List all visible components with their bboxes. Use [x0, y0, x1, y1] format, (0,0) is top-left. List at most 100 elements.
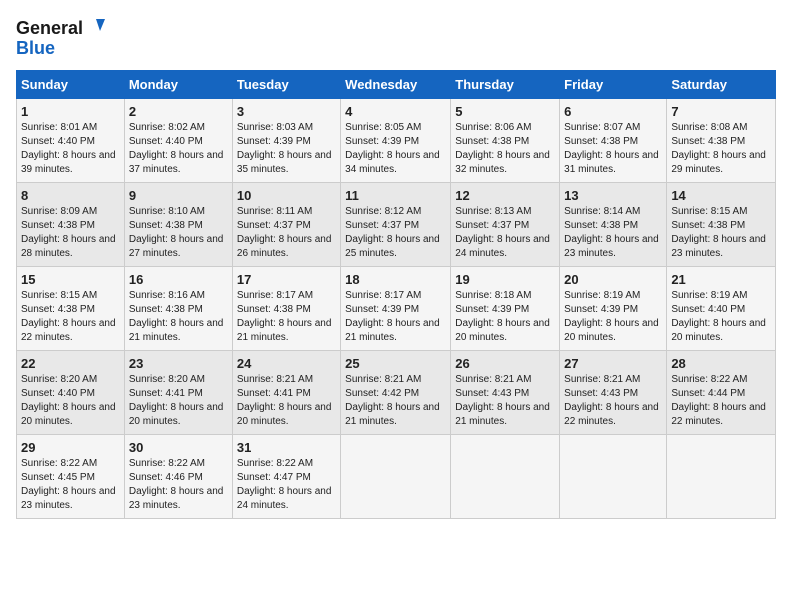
calendar-cell: 2 Sunrise: 8:02 AMSunset: 4:40 PMDayligh… — [124, 99, 232, 183]
calendar-cell: 22 Sunrise: 8:20 AMSunset: 4:40 PMDaylig… — [17, 351, 125, 435]
calendar-cell: 6 Sunrise: 8:07 AMSunset: 4:38 PMDayligh… — [560, 99, 667, 183]
day-number: 5 — [455, 104, 555, 119]
calendar-cell: 14 Sunrise: 8:15 AMSunset: 4:38 PMDaylig… — [667, 183, 776, 267]
calendar-cell: 17 Sunrise: 8:17 AMSunset: 4:38 PMDaylig… — [232, 267, 340, 351]
day-number: 13 — [564, 188, 662, 203]
cell-info: Sunrise: 8:19 AMSunset: 4:40 PMDaylight:… — [671, 290, 766, 343]
cell-info: Sunrise: 8:14 AMSunset: 4:38 PMDaylight:… — [564, 206, 659, 259]
cell-info: Sunrise: 8:22 AMSunset: 4:45 PMDaylight:… — [21, 458, 116, 511]
cell-info: Sunrise: 8:12 AMSunset: 4:37 PMDaylight:… — [345, 206, 440, 259]
calendar-cell: 3 Sunrise: 8:03 AMSunset: 4:39 PMDayligh… — [232, 99, 340, 183]
cell-info: Sunrise: 8:08 AMSunset: 4:38 PMDaylight:… — [671, 122, 766, 175]
calendar-cell: 24 Sunrise: 8:21 AMSunset: 4:41 PMDaylig… — [232, 351, 340, 435]
cell-info: Sunrise: 8:06 AMSunset: 4:38 PMDaylight:… — [455, 122, 550, 175]
day-number: 7 — [671, 104, 771, 119]
day-number: 15 — [21, 272, 120, 287]
logo: GeneralBlue — [16, 16, 111, 60]
calendar-cell: 16 Sunrise: 8:16 AMSunset: 4:38 PMDaylig… — [124, 267, 232, 351]
cell-info: Sunrise: 8:05 AMSunset: 4:39 PMDaylight:… — [345, 122, 440, 175]
calendar-cell: 7 Sunrise: 8:08 AMSunset: 4:38 PMDayligh… — [667, 99, 776, 183]
calendar-cell: 4 Sunrise: 8:05 AMSunset: 4:39 PMDayligh… — [341, 99, 451, 183]
day-number: 18 — [345, 272, 446, 287]
day-number: 22 — [21, 356, 120, 371]
col-header-friday: Friday — [560, 71, 667, 99]
cell-info: Sunrise: 8:11 AMSunset: 4:37 PMDaylight:… — [237, 206, 332, 259]
day-number: 16 — [129, 272, 228, 287]
calendar-cell: 28 Sunrise: 8:22 AMSunset: 4:44 PMDaylig… — [667, 351, 776, 435]
calendar-cell: 13 Sunrise: 8:14 AMSunset: 4:38 PMDaylig… — [560, 183, 667, 267]
calendar-cell: 1 Sunrise: 8:01 AMSunset: 4:40 PMDayligh… — [17, 99, 125, 183]
col-header-wednesday: Wednesday — [341, 71, 451, 99]
day-number: 26 — [455, 356, 555, 371]
cell-info: Sunrise: 8:17 AMSunset: 4:39 PMDaylight:… — [345, 290, 440, 343]
cell-info: Sunrise: 8:02 AMSunset: 4:40 PMDaylight:… — [129, 122, 224, 175]
cell-info: Sunrise: 8:22 AMSunset: 4:44 PMDaylight:… — [671, 374, 766, 427]
cell-info: Sunrise: 8:15 AMSunset: 4:38 PMDaylight:… — [671, 206, 766, 259]
calendar-cell: 8 Sunrise: 8:09 AMSunset: 4:38 PMDayligh… — [17, 183, 125, 267]
day-number: 14 — [671, 188, 771, 203]
day-number: 6 — [564, 104, 662, 119]
svg-text:General: General — [16, 18, 83, 38]
calendar-cell: 23 Sunrise: 8:20 AMSunset: 4:41 PMDaylig… — [124, 351, 232, 435]
header-row: SundayMondayTuesdayWednesdayThursdayFrid… — [17, 71, 776, 99]
week-row-2: 8 Sunrise: 8:09 AMSunset: 4:38 PMDayligh… — [17, 183, 776, 267]
week-row-5: 29 Sunrise: 8:22 AMSunset: 4:45 PMDaylig… — [17, 435, 776, 519]
week-row-4: 22 Sunrise: 8:20 AMSunset: 4:40 PMDaylig… — [17, 351, 776, 435]
day-number: 24 — [237, 356, 336, 371]
calendar-cell — [667, 435, 776, 519]
cell-info: Sunrise: 8:16 AMSunset: 4:38 PMDaylight:… — [129, 290, 224, 343]
day-number: 17 — [237, 272, 336, 287]
col-header-thursday: Thursday — [451, 71, 560, 99]
calendar-cell — [341, 435, 451, 519]
calendar-cell: 5 Sunrise: 8:06 AMSunset: 4:38 PMDayligh… — [451, 99, 560, 183]
logo-svg: GeneralBlue — [16, 16, 111, 60]
day-number: 29 — [21, 440, 120, 455]
calendar-cell: 27 Sunrise: 8:21 AMSunset: 4:43 PMDaylig… — [560, 351, 667, 435]
day-number: 3 — [237, 104, 336, 119]
col-header-monday: Monday — [124, 71, 232, 99]
calendar-cell: 11 Sunrise: 8:12 AMSunset: 4:37 PMDaylig… — [341, 183, 451, 267]
day-number: 27 — [564, 356, 662, 371]
cell-info: Sunrise: 8:21 AMSunset: 4:42 PMDaylight:… — [345, 374, 440, 427]
calendar-cell: 31 Sunrise: 8:22 AMSunset: 4:47 PMDaylig… — [232, 435, 340, 519]
calendar-cell — [451, 435, 560, 519]
calendar-table: SundayMondayTuesdayWednesdayThursdayFrid… — [16, 70, 776, 519]
col-header-tuesday: Tuesday — [232, 71, 340, 99]
cell-info: Sunrise: 8:10 AMSunset: 4:38 PMDaylight:… — [129, 206, 224, 259]
cell-info: Sunrise: 8:15 AMSunset: 4:38 PMDaylight:… — [21, 290, 116, 343]
calendar-cell: 12 Sunrise: 8:13 AMSunset: 4:37 PMDaylig… — [451, 183, 560, 267]
cell-info: Sunrise: 8:07 AMSunset: 4:38 PMDaylight:… — [564, 122, 659, 175]
cell-info: Sunrise: 8:22 AMSunset: 4:46 PMDaylight:… — [129, 458, 224, 511]
day-number: 2 — [129, 104, 228, 119]
week-row-3: 15 Sunrise: 8:15 AMSunset: 4:38 PMDaylig… — [17, 267, 776, 351]
cell-info: Sunrise: 8:21 AMSunset: 4:43 PMDaylight:… — [455, 374, 550, 427]
day-number: 1 — [21, 104, 120, 119]
calendar-cell: 9 Sunrise: 8:10 AMSunset: 4:38 PMDayligh… — [124, 183, 232, 267]
day-number: 21 — [671, 272, 771, 287]
day-number: 11 — [345, 188, 446, 203]
cell-info: Sunrise: 8:21 AMSunset: 4:41 PMDaylight:… — [237, 374, 332, 427]
calendar-cell: 10 Sunrise: 8:11 AMSunset: 4:37 PMDaylig… — [232, 183, 340, 267]
calendar-cell: 29 Sunrise: 8:22 AMSunset: 4:45 PMDaylig… — [17, 435, 125, 519]
calendar-cell: 25 Sunrise: 8:21 AMSunset: 4:42 PMDaylig… — [341, 351, 451, 435]
day-number: 20 — [564, 272, 662, 287]
calendar-cell: 26 Sunrise: 8:21 AMSunset: 4:43 PMDaylig… — [451, 351, 560, 435]
calendar-cell — [560, 435, 667, 519]
cell-info: Sunrise: 8:03 AMSunset: 4:39 PMDaylight:… — [237, 122, 332, 175]
day-number: 25 — [345, 356, 446, 371]
col-header-saturday: Saturday — [667, 71, 776, 99]
day-number: 19 — [455, 272, 555, 287]
cell-info: Sunrise: 8:19 AMSunset: 4:39 PMDaylight:… — [564, 290, 659, 343]
day-number: 31 — [237, 440, 336, 455]
day-number: 8 — [21, 188, 120, 203]
col-header-sunday: Sunday — [17, 71, 125, 99]
cell-info: Sunrise: 8:20 AMSunset: 4:40 PMDaylight:… — [21, 374, 116, 427]
cell-info: Sunrise: 8:09 AMSunset: 4:38 PMDaylight:… — [21, 206, 116, 259]
calendar-cell: 20 Sunrise: 8:19 AMSunset: 4:39 PMDaylig… — [560, 267, 667, 351]
cell-info: Sunrise: 8:13 AMSunset: 4:37 PMDaylight:… — [455, 206, 550, 259]
calendar-cell: 18 Sunrise: 8:17 AMSunset: 4:39 PMDaylig… — [341, 267, 451, 351]
cell-info: Sunrise: 8:22 AMSunset: 4:47 PMDaylight:… — [237, 458, 332, 511]
cell-info: Sunrise: 8:17 AMSunset: 4:38 PMDaylight:… — [237, 290, 332, 343]
cell-info: Sunrise: 8:18 AMSunset: 4:39 PMDaylight:… — [455, 290, 550, 343]
week-row-1: 1 Sunrise: 8:01 AMSunset: 4:40 PMDayligh… — [17, 99, 776, 183]
